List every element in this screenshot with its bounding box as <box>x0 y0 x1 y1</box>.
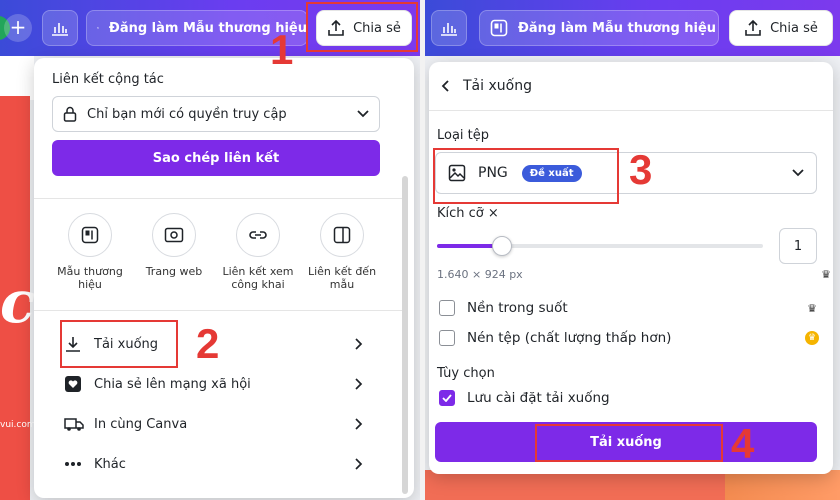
right-screenshot: Đăng làm Mẫu thương hiệu Chia sẻ Tải xuố… <box>425 0 840 500</box>
download-header: Tải xuống <box>441 78 532 94</box>
chevron-down-icon <box>792 169 804 177</box>
back-chevron-icon[interactable] <box>441 80 449 92</box>
more-dots-icon <box>64 461 86 467</box>
top-toolbar: Đăng làm Mẫu thương hiệu Chia sẻ <box>425 0 840 56</box>
option-label: Liên kết đến mẫu <box>307 265 377 291</box>
compress-label: Nén tệp (chất lượng thấp hơn) <box>467 330 672 346</box>
canvas-blank-area <box>0 56 34 100</box>
size-label: Kích cỡ × <box>437 206 499 221</box>
annotation-box-2 <box>60 320 178 368</box>
share-label: Chia sẻ <box>770 20 818 36</box>
premium-coin-icon: ♛ <box>805 331 819 345</box>
divider <box>34 310 404 311</box>
option-label: Liên kết xem công khai <box>222 265 294 291</box>
download-panel: Tải xuống Loại tệp PNG Đề xuất Kích cỡ ×… <box>429 62 833 474</box>
annotation-box-4 <box>535 424 723 462</box>
size-slider[interactable] <box>437 236 763 256</box>
scrollbar[interactable] <box>402 176 408 494</box>
share-dropdown: Liên kết cộng tác Chỉ bạn mới có quyền t… <box>34 58 414 498</box>
annotation-number-4: 4 <box>731 420 755 467</box>
chevron-right-icon <box>355 458 363 470</box>
copy-link-button[interactable]: Sao chép liên kết <box>52 140 380 176</box>
save-settings-option[interactable]: Lưu cài đặt tải xuống <box>439 390 819 406</box>
menu-social-share[interactable]: Chia sẻ lên mạng xã hội <box>64 372 364 396</box>
design-preview-accent <box>725 470 840 500</box>
option-public-link[interactable]: Liên kết xem công khai <box>218 213 298 291</box>
analytics-button[interactable] <box>431 10 467 46</box>
chevron-right-icon <box>355 378 363 390</box>
share-options-row: Mẫu thương hiệu Trang web Liên kết xem c… <box>50 213 380 303</box>
link-icon <box>249 231 267 239</box>
annotation-number-3: 3 <box>629 146 653 193</box>
compress-option[interactable]: Nén tệp (chất lượng thấp hơn) ♛ <box>439 330 819 346</box>
menu-label: Khác <box>94 456 126 472</box>
left-screenshot: + Đăng làm Mẫu thương hiệu Chia sẻ c vui… <box>0 0 420 500</box>
menu-print[interactable]: In cùng Canva <box>64 412 364 436</box>
brand-template-icon <box>97 27 99 29</box>
heart-icon <box>64 375 86 393</box>
design-preview <box>425 470 725 500</box>
add-button[interactable]: + <box>4 14 32 42</box>
access-select-value: Chỉ bạn mới có quyền truy cập <box>87 106 287 122</box>
option-circle <box>236 213 280 257</box>
design-url: vui.com <box>0 420 36 430</box>
menu-label: Chia sẻ lên mạng xã hội <box>94 376 251 392</box>
share-button[interactable]: Chia sẻ <box>729 10 833 46</box>
annotation-box-1 <box>306 2 418 52</box>
option-circle <box>152 213 196 257</box>
lock-icon <box>63 106 77 122</box>
divider <box>429 110 833 111</box>
transparent-bg-option[interactable]: Nền trong suốt ♛ <box>439 300 819 316</box>
collab-link-title: Liên kết cộng tác <box>52 72 164 87</box>
menu-label: In cùng Canva <box>94 416 188 432</box>
truck-icon <box>64 416 86 432</box>
bar-chart-icon <box>441 23 457 36</box>
save-settings-label: Lưu cài đặt tải xuống <box>467 390 610 406</box>
brand-template-button[interactable]: Đăng làm Mẫu thương hiệu <box>479 10 719 46</box>
check-icon <box>442 394 452 402</box>
access-select[interactable]: Chỉ bạn mới có quyền truy cập <box>52 96 380 132</box>
option-label: Mẫu thương hiệu <box>57 265 123 291</box>
option-circle <box>68 213 112 257</box>
option-website[interactable]: Trang web <box>134 213 214 278</box>
website-icon <box>164 227 184 243</box>
file-type-label: Loại tệp <box>437 128 490 143</box>
upload-icon <box>745 19 761 36</box>
chevron-down-icon <box>357 110 369 118</box>
transparent-bg-checkbox[interactable] <box>439 300 455 316</box>
option-brand-template[interactable]: Mẫu thương hiệu <box>50 213 130 291</box>
brand-template-icon <box>81 226 99 244</box>
save-settings-checkbox[interactable] <box>439 390 455 406</box>
chevron-right-icon <box>355 338 363 350</box>
crown-icon: ♛ <box>821 268 831 281</box>
divider <box>34 198 404 199</box>
option-circle <box>320 213 364 257</box>
options-label: Tùy chọn <box>437 366 495 381</box>
dimensions-text: 1.640 × 924 px <box>437 268 523 281</box>
bar-chart-icon <box>52 23 68 36</box>
menu-more[interactable]: Khác <box>64 452 364 476</box>
compress-checkbox[interactable] <box>439 330 455 346</box>
slider-thumb[interactable] <box>492 236 512 256</box>
annotation-number-1: 1 <box>270 26 294 73</box>
annotation-box-3 <box>433 148 619 204</box>
annotation-number-2: 2 <box>196 320 220 367</box>
design-letter: c <box>0 268 36 336</box>
template-link-icon <box>333 226 351 244</box>
crown-icon: ♛ <box>807 301 817 315</box>
transparent-bg-label: Nền trong suốt <box>467 300 568 316</box>
size-input[interactable]: 1 <box>779 228 817 264</box>
analytics-button[interactable] <box>42 10 78 46</box>
brand-template-icon <box>490 19 508 37</box>
brand-template-label: Đăng làm Mẫu thương hiệu <box>518 20 717 36</box>
option-label: Trang web <box>145 265 203 278</box>
chevron-right-icon <box>355 418 363 430</box>
download-title: Tải xuống <box>463 78 532 94</box>
option-template-link[interactable]: Liên kết đến mẫu <box>302 213 382 291</box>
